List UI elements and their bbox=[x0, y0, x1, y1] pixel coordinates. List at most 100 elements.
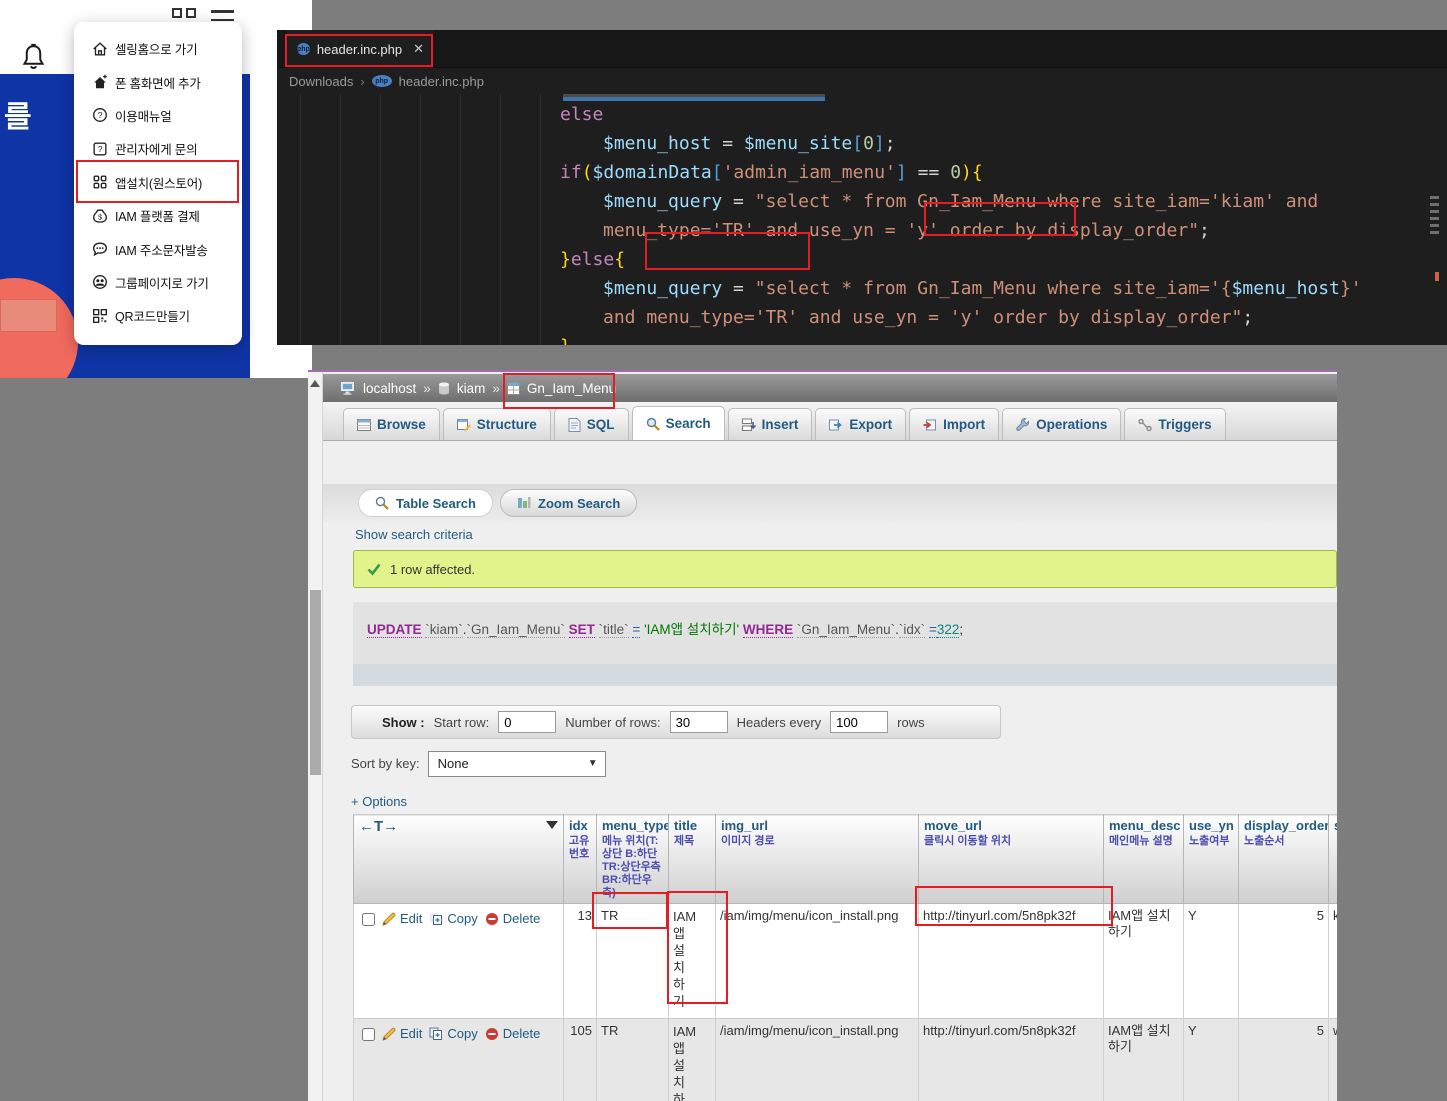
menu-item-add-to-home[interactable]: 폰 홈화면에 추가 bbox=[74, 65, 242, 98]
import-icon bbox=[923, 418, 937, 432]
table-tabs: Browse Structure SQL Search Insert bbox=[323, 402, 1337, 441]
tab-triggers[interactable]: Triggers bbox=[1124, 408, 1225, 440]
cell-menu-type: TR bbox=[597, 904, 669, 1019]
scroll-up-icon[interactable] bbox=[310, 380, 320, 387]
column-header-display-order[interactable]: display_order 노출순서 bbox=[1239, 815, 1329, 904]
headers-every-input[interactable] bbox=[830, 711, 888, 733]
hamburger-icon[interactable] bbox=[211, 10, 234, 22]
transpose-control[interactable]: ←T→ bbox=[359, 818, 398, 835]
add-to-home-icon bbox=[91, 73, 109, 91]
subtab-zoom-search[interactable]: Zoom Search bbox=[500, 489, 637, 517]
column-header-menu-desc[interactable]: menu_desc 메인메뉴 설명 bbox=[1104, 815, 1184, 904]
query-toolbar bbox=[353, 664, 1337, 686]
table-search-icon bbox=[375, 496, 389, 510]
results-table: ←T→ idx 고유 번호 menu_type 메뉴 위치(T:상단 B:하단 … bbox=[353, 814, 1337, 1101]
column-header-actions[interactable]: ←T→ bbox=[354, 815, 564, 904]
show-search-criteria-link[interactable]: Show search criteria bbox=[355, 527, 473, 542]
bell-icon[interactable] bbox=[21, 43, 46, 77]
menu-item-selling-home[interactable]: 셀링홈으로 가기 bbox=[74, 32, 242, 65]
vscode-editor[interactable]: else$menu_host = $menu_site[0];if($domai… bbox=[277, 94, 1447, 345]
menu-item-group-page[interactable]: 그룹페이지로 가기 bbox=[74, 266, 242, 299]
table-row: Edit Copy Delete 13 TR IAM 앱 설 치 하 기 /ia bbox=[354, 904, 1338, 1019]
sort-by-key-label: Sort by key: bbox=[351, 756, 420, 771]
vscode-tab-header-inc-php[interactable]: php header.inc.php ✕ bbox=[287, 30, 433, 68]
copy-link[interactable]: Copy bbox=[429, 911, 477, 926]
sql-icon bbox=[568, 418, 581, 432]
column-header-img-url[interactable]: img_url 이미지 경로 bbox=[716, 815, 919, 904]
svg-text:?: ? bbox=[98, 144, 103, 154]
tab-search[interactable]: Search bbox=[632, 406, 725, 440]
code-line: if($domainData['admin_iam_menu'] == 0){ bbox=[277, 158, 1447, 187]
php-file-icon: php bbox=[372, 75, 392, 87]
nav-scrollbar[interactable] bbox=[308, 372, 323, 1101]
column-header-use-yn[interactable]: use_yn 노출여부 bbox=[1184, 815, 1239, 904]
copy-link[interactable]: Copy bbox=[429, 1026, 477, 1041]
breadcrumb-table[interactable]: Gn_Iam_Menu bbox=[527, 381, 616, 396]
cell-title: IAM 앱 설 치 하 기 bbox=[669, 904, 716, 1019]
delete-link[interactable]: Delete bbox=[485, 1026, 541, 1041]
show-rows-fieldset: Show : Start row: Number of rows: Header… bbox=[351, 705, 1001, 739]
question-square-icon: ? bbox=[91, 140, 109, 158]
app-install-icon bbox=[91, 173, 109, 191]
tab-insert[interactable]: Insert bbox=[728, 408, 813, 440]
column-header-menu-type[interactable]: menu_type 메뉴 위치(T:상단 B:하단 TR:상단우측 BR:하단우… bbox=[597, 815, 669, 904]
phpmyadmin-window: localhost » kiam » Gn_Iam_Menu Browse St… bbox=[308, 370, 1337, 1101]
tab-export[interactable]: Export bbox=[815, 408, 906, 440]
breadcrumb-file[interactable]: header.inc.php bbox=[399, 74, 484, 89]
cell-idx: 105 bbox=[564, 1019, 597, 1101]
edit-link[interactable]: Edit bbox=[382, 1026, 422, 1041]
delete-link[interactable]: Delete bbox=[485, 911, 541, 926]
code-line: }else{ bbox=[277, 245, 1447, 274]
chevron-down-icon: ▼ bbox=[588, 758, 598, 769]
tab-import[interactable]: Import bbox=[909, 408, 999, 440]
tab-operations[interactable]: Operations bbox=[1002, 408, 1121, 440]
mobile-popup-menu: 셀링홈으로 가기 폰 홈화면에 추가 ? 이용매뉴얼 ? 관리자에게 문의 앱설… bbox=[74, 22, 242, 345]
zoom-search-icon bbox=[517, 496, 531, 510]
app-grid-icon[interactable] bbox=[172, 8, 196, 20]
screenshot-canvas: 를 셀링홈으로 가기 폰 홈화면에 추가 ? 이용매뉴얼 ? 관리자에게 문의 bbox=[0, 0, 1447, 1101]
cell-clipped: w bbox=[1329, 1019, 1338, 1101]
breadcrumb: localhost » kiam » Gn_Iam_Menu bbox=[323, 374, 1337, 402]
column-header-clipped: s bbox=[1329, 815, 1338, 904]
sort-options-icon[interactable] bbox=[546, 821, 558, 829]
subtab-table-search[interactable]: Table Search bbox=[358, 489, 493, 517]
tab-sql[interactable]: SQL bbox=[554, 408, 629, 440]
menu-item-iam-sms[interactable]: IAM 주소문자발송 bbox=[74, 232, 242, 265]
database-icon bbox=[438, 382, 450, 395]
tab-structure[interactable]: Structure bbox=[443, 408, 551, 440]
menu-item-user-manual[interactable]: ? 이용매뉴얼 bbox=[74, 99, 242, 132]
menu-item-qr-code[interactable]: QR코드만들기 bbox=[74, 299, 242, 332]
edit-link[interactable]: Edit bbox=[382, 911, 422, 926]
cell-use-yn: Y bbox=[1184, 904, 1239, 1019]
browse-icon bbox=[357, 418, 371, 432]
options-toggle[interactable]: + Options bbox=[351, 794, 407, 809]
num-rows-input[interactable] bbox=[670, 711, 728, 733]
scrollbar-thumb[interactable] bbox=[310, 590, 321, 775]
breadcrumb-folder[interactable]: Downloads bbox=[289, 74, 353, 89]
row-checkbox[interactable] bbox=[362, 1028, 375, 1041]
tab-browse[interactable]: Browse bbox=[343, 408, 440, 440]
vscode-breadcrumb: Downloads › php header.inc.php bbox=[277, 68, 1447, 94]
close-icon[interactable]: ✕ bbox=[413, 41, 424, 57]
column-header-idx[interactable]: idx 고유 번호 bbox=[564, 815, 597, 904]
breadcrumb-server[interactable]: localhost bbox=[363, 381, 416, 396]
menu-item-contact-admin[interactable]: ? 관리자에게 문의 bbox=[74, 132, 242, 165]
cell-idx: 13 bbox=[564, 904, 597, 1019]
sort-by-key-select[interactable]: None ▼ bbox=[428, 751, 606, 777]
row-checkbox[interactable] bbox=[362, 913, 375, 926]
cell-move-url: http://tinyurl.com/5n8pk32f bbox=[919, 904, 1104, 1019]
qr-icon bbox=[91, 307, 109, 325]
start-row-input[interactable] bbox=[498, 711, 556, 733]
cell-menu-desc: IAM앱 설치하기 bbox=[1104, 904, 1184, 1019]
rows-label: rows bbox=[897, 715, 924, 730]
minimap[interactable] bbox=[1430, 196, 1442, 238]
breadcrumb-database[interactable]: kiam bbox=[457, 381, 486, 396]
svg-text:?: ? bbox=[98, 111, 103, 121]
column-header-move-url[interactable]: move_url 클릭시 이동할 위치 bbox=[919, 815, 1104, 904]
start-row-label: Start row: bbox=[434, 715, 490, 730]
column-header-title[interactable]: title 제목 bbox=[669, 815, 716, 904]
cell-display-order: 5 bbox=[1239, 1019, 1329, 1101]
headers-every-label: Headers every bbox=[737, 715, 822, 730]
menu-item-app-install[interactable]: 앱설치(원스토어) bbox=[74, 166, 242, 199]
menu-item-iam-payment[interactable]: $ IAM 플랫폼 결제 bbox=[74, 199, 242, 232]
